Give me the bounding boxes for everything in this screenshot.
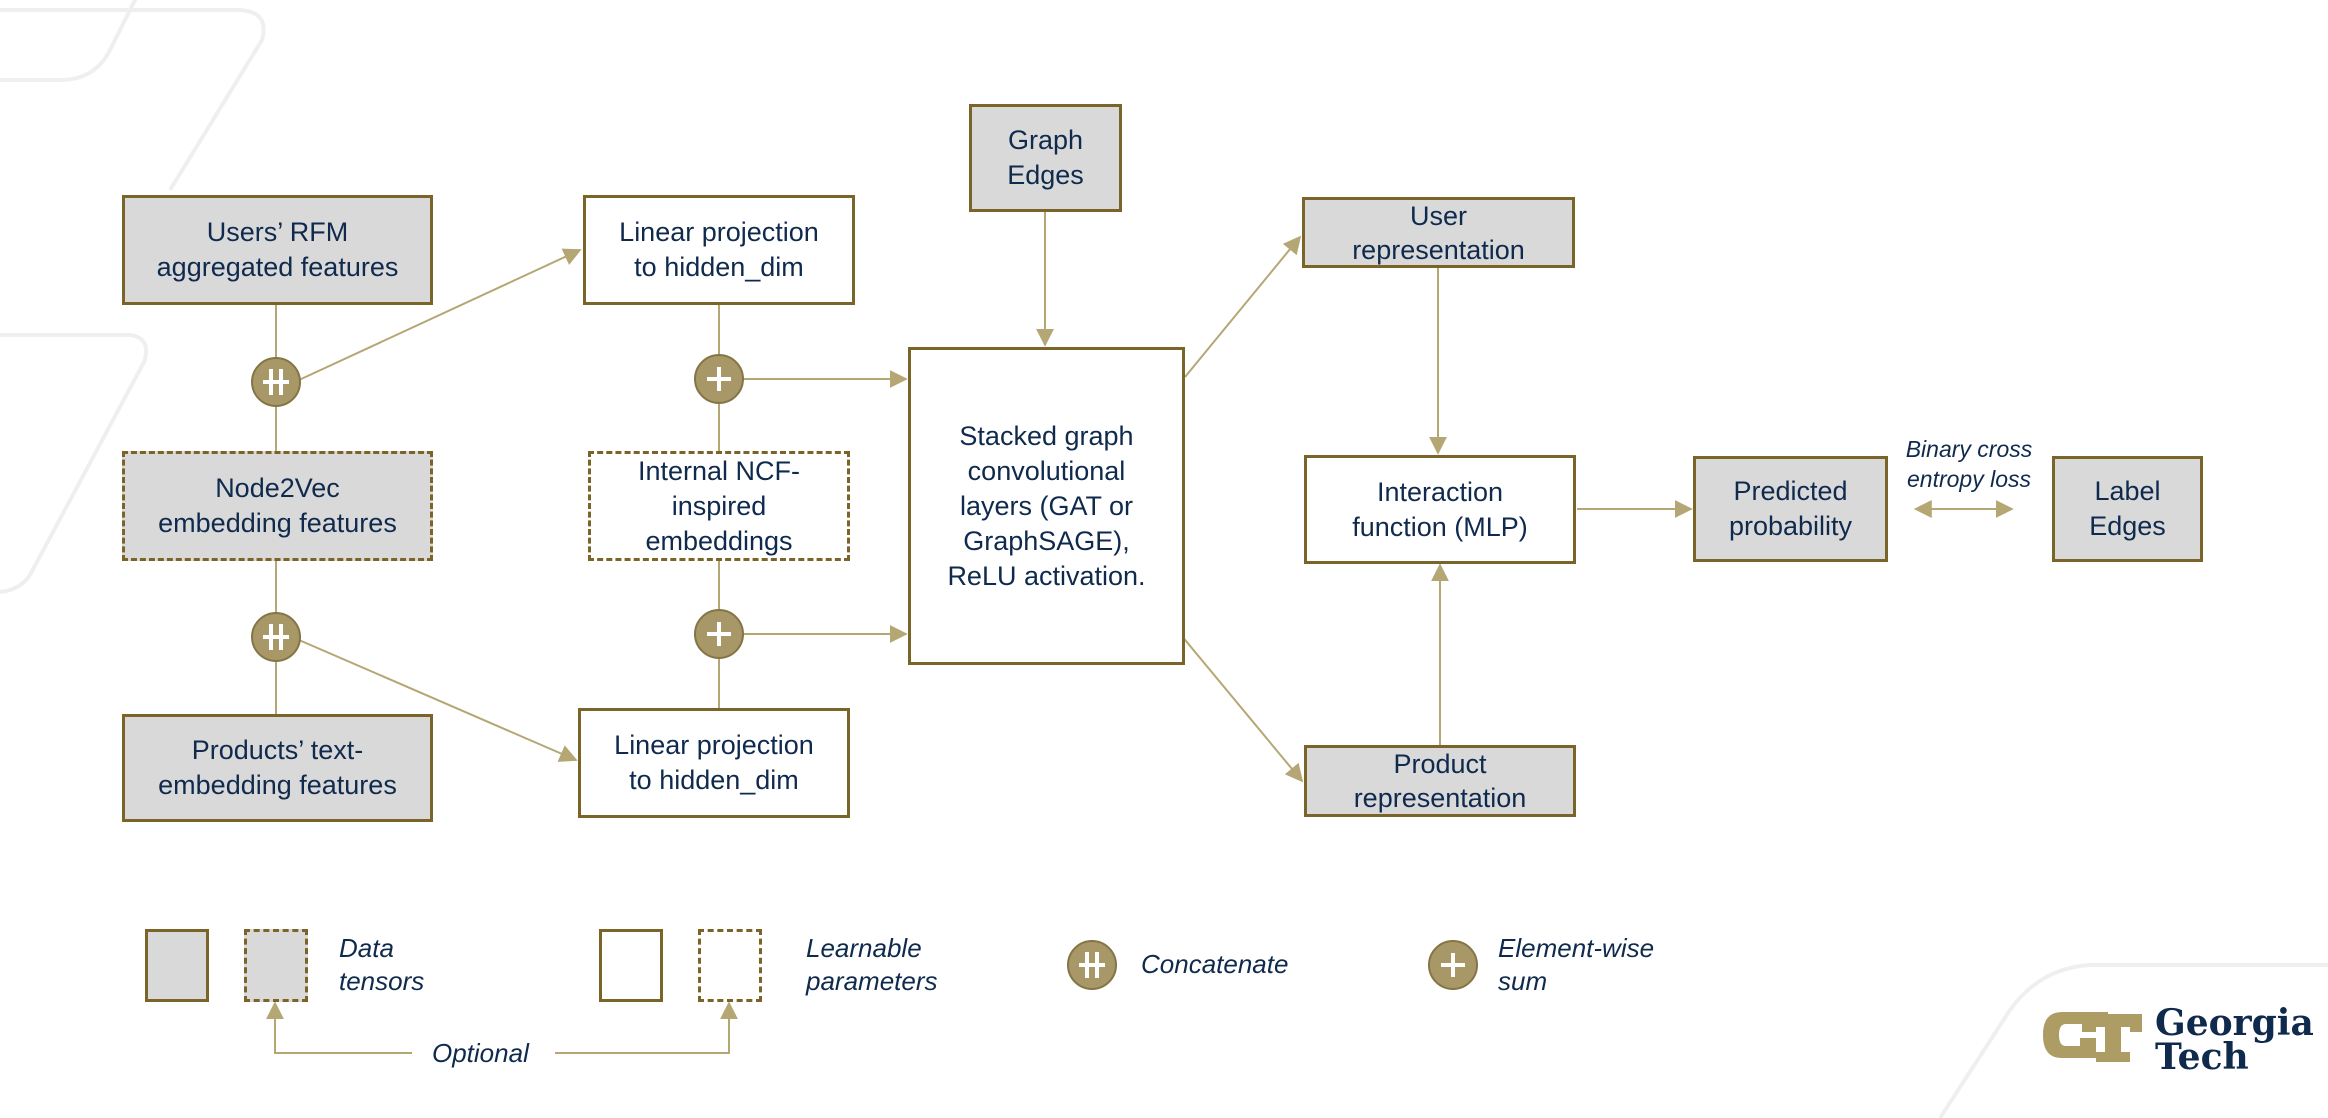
node-label: Stacked graph convolutional layers (GAT … (947, 420, 1146, 591)
legend-optional-data-tensor-swatch (244, 929, 308, 1002)
node-node2vec-embedding: Node2Vec embedding features (122, 451, 433, 561)
legend-elementwise-sum-label: Element-wise sum (1498, 933, 1655, 996)
node-label: Linear projection to hidden_dim (614, 730, 814, 795)
operators (251, 354, 1478, 990)
legend-optional-arrow-right (555, 1001, 738, 1054)
node-label-edges: Label Edges (2052, 456, 2203, 562)
node-linear-projection-product: Linear projection to hidden_dim (578, 708, 850, 818)
node-products-text-embedding: Products’ text- embedding features (122, 714, 433, 822)
legend-concatenate-icon (1067, 940, 1117, 990)
legend-learnable-swatch (599, 929, 663, 1002)
node-user-representation: User representation (1302, 197, 1575, 268)
legend-data-tensors-label: Data tensors (339, 933, 425, 996)
legend-optional-label: Optional (432, 1038, 529, 1068)
georgia-tech-logo-text: Georgia Tech (2155, 1002, 2314, 1078)
node-label: Predicted probability (1728, 476, 1853, 541)
node-label: Graph Edges (1007, 125, 1084, 190)
node-label: Product representation (1353, 749, 1527, 813)
elementwise-sum-operator-user (694, 354, 744, 404)
node-label: Products’ text- embedding features (158, 735, 397, 800)
node-internal-ncf-embeddings: Internal NCF- inspired embeddings (588, 451, 850, 561)
elementwise-sum-operator-product (694, 609, 744, 659)
node-predicted-probability: Predicted probability (1693, 456, 1888, 562)
gt-logo-monogram (2043, 1012, 2142, 1062)
node-users-rfm-features: Users’ RFM aggregated features (122, 195, 433, 305)
loss-label: Binary cross entropy loss (1905, 436, 2033, 492)
legend-optional-arrow-left (266, 1001, 412, 1054)
node-label: User representation (1352, 200, 1525, 265)
node-interaction-function-mlp: Interaction function (MLP) (1304, 455, 1576, 564)
legend-concatenate-label: Concatenate (1141, 949, 1289, 979)
legend-learnable-parameters-label: Learnable parameters (806, 933, 938, 996)
arrow-gcn-to-product-repr (1180, 634, 1304, 783)
node-label: Node2Vec embedding features (158, 473, 397, 538)
node-linear-projection-user: Linear projection to hidden_dim (583, 195, 855, 305)
arrow-gcn-to-user-repr (1184, 235, 1302, 378)
node-stacked-gcn-layers: Stacked graph convolutional layers (GAT … (908, 347, 1185, 665)
concatenate-operator-user (251, 357, 301, 407)
node-product-representation: Product representation (1304, 745, 1576, 817)
node-graph-edges: Graph Edges (969, 104, 1122, 212)
node-label: Internal NCF- inspired embeddings (637, 455, 801, 556)
node-label: Users’ RFM aggregated features (156, 217, 399, 282)
node-label: Interaction function (MLP) (1352, 476, 1528, 542)
legend-elementwise-sum-icon (1428, 940, 1478, 990)
legend-data-tensor-swatch (145, 929, 209, 1002)
node-label: Linear projection to hidden_dim (619, 217, 819, 282)
decor-shape-top2 (0, 8, 266, 192)
node-label: Label Edges (2089, 476, 2166, 541)
legend-optional-learnable-swatch (698, 929, 762, 1002)
concatenate-operator-product (251, 612, 301, 662)
